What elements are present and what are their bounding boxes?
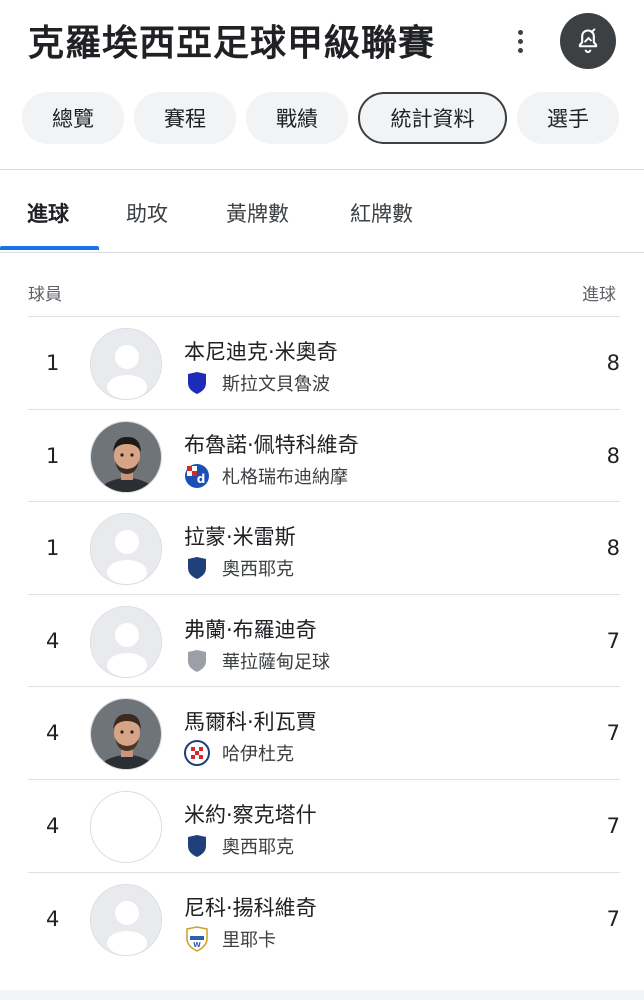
scorer-row[interactable]: 1 拉蒙·米雷斯奧西耶克 8 [28, 501, 620, 594]
team-name: 華拉薩甸足球 [222, 651, 330, 673]
team-name: 斯拉文貝魯波 [222, 374, 330, 395]
svg-text:d: d [197, 472, 206, 486]
rank: 4 [46, 813, 60, 838]
player-avatar [90, 883, 162, 956]
scorers-list: 1 本尼迪克·米奧奇斯拉文貝魯波 8 1 布魯諾·佩特科維奇 d 札格瑞布迪納摩 8 1 拉蒙·米… [0, 316, 644, 964]
shield-navy-icon [184, 555, 210, 581]
team-info: 華拉薩甸足球 [184, 648, 330, 674]
goals-count: 8 [606, 351, 620, 375]
team-info: 斯拉文貝魯波 [184, 370, 330, 396]
goals-count: 8 [606, 443, 620, 468]
player-name[interactable]: 弗蘭·布羅迪奇 [184, 614, 317, 644]
subtab-assists[interactable]: 助攻 [126, 198, 168, 228]
category-tabs: 總覽 賽程 戰績 統計資料 選手 [0, 92, 644, 146]
subtab-goals[interactable]: 進球 [27, 198, 69, 228]
tab-players[interactable]: 選手 [517, 92, 619, 144]
shield-navy-icon [184, 833, 210, 859]
subtab-red-cards[interactable]: 紅牌數 [350, 198, 413, 228]
active-tab-indicator [0, 246, 99, 250]
rank: 1 [46, 536, 60, 561]
stat-subtabs: 進球 助攻 黃牌數 紅牌數 [0, 170, 644, 252]
player-avatar [90, 605, 162, 678]
rank: 4 [46, 906, 60, 931]
scorer-row[interactable]: 1 布魯諾·佩特科維奇 d 札格瑞布迪納摩 8 [28, 408, 620, 502]
page-title: 克羅埃西亞足球甲級聯賽 [28, 23, 436, 64]
scorer-row[interactable]: 4 米約·察克塔什奧西耶克 7 [28, 778, 620, 872]
player-name[interactable]: 尼科·揚科維奇 [184, 892, 317, 922]
tab-overview[interactable]: 總覽 [22, 92, 124, 144]
team-info: W 里耶卡 [184, 925, 276, 952]
notification-bell-icon [578, 28, 598, 54]
goals-count: 7 [606, 721, 620, 746]
tab-stats[interactable]: 統計資料 [358, 92, 507, 144]
header: 克羅埃西亞足球甲級聯賽 [0, 0, 644, 82]
player-avatar [90, 513, 162, 586]
notification-button[interactable] [560, 13, 616, 69]
team-name: 奧西耶克 [222, 836, 294, 858]
column-header-player: 球員 [28, 285, 62, 305]
tab-standings[interactable]: 戰績 [246, 92, 348, 144]
player-avatar [90, 698, 162, 771]
player-avatar [90, 420, 162, 493]
divider [0, 252, 644, 253]
shield-grey-icon [184, 648, 210, 674]
dinamo-zagreb-crest-icon: d [184, 463, 210, 489]
svg-text:W: W [193, 941, 201, 949]
team-info: 奧西耶克 [184, 555, 294, 581]
hajduk-crest-icon [184, 740, 210, 767]
team-name: 札格瑞布迪納摩 [222, 466, 348, 488]
rijeka-crest-icon: W [184, 925, 210, 952]
rank: 4 [46, 721, 60, 746]
more-options-button[interactable] [506, 24, 534, 58]
player-name[interactable]: 本尼迪克·米奧奇 [184, 336, 338, 366]
scorer-row[interactable]: 4 馬爾科·利瓦賈哈伊杜克 7 [28, 686, 620, 779]
scorer-row[interactable]: 4 弗蘭·布羅迪奇華拉薩甸足球 7 [28, 593, 620, 687]
goals-count: 7 [606, 628, 620, 653]
rank: 1 [46, 351, 60, 375]
team-info: 哈伊杜克 [184, 740, 294, 767]
team-name: 哈伊杜克 [222, 744, 294, 766]
player-name[interactable]: 布魯諾·佩特科維奇 [184, 429, 359, 459]
bottom-divider [0, 990, 644, 1000]
player-avatar [90, 328, 162, 400]
player-name[interactable]: 米約·察克塔什 [184, 799, 317, 829]
scorer-row[interactable]: 1 本尼迪克·米奧奇斯拉文貝魯波 8 [28, 316, 620, 409]
scorer-row[interactable]: 4 尼科·揚科維奇 W 里耶卡 7 [28, 871, 620, 965]
tab-schedule[interactable]: 賽程 [134, 92, 236, 144]
subtab-yellow-cards[interactable]: 黃牌數 [226, 198, 289, 228]
team-info: 奧西耶克 [184, 833, 294, 859]
shield-blue-icon [184, 370, 210, 396]
rank: 1 [46, 443, 60, 468]
goals-count: 8 [606, 536, 620, 561]
goals-count: 7 [606, 906, 620, 931]
player-avatar [90, 790, 162, 863]
player-name[interactable]: 馬爾科·利瓦賈 [184, 706, 317, 736]
team-name: 奧西耶克 [222, 559, 294, 581]
team-info: d 札格瑞布迪納摩 [184, 463, 348, 489]
player-name[interactable]: 拉蒙·米雷斯 [184, 521, 296, 551]
rank: 4 [46, 628, 60, 653]
more-vert-icon [517, 29, 523, 35]
team-name: 里耶卡 [222, 929, 276, 951]
goals-count: 7 [606, 813, 620, 838]
column-header-goals: 進球 [582, 285, 616, 305]
